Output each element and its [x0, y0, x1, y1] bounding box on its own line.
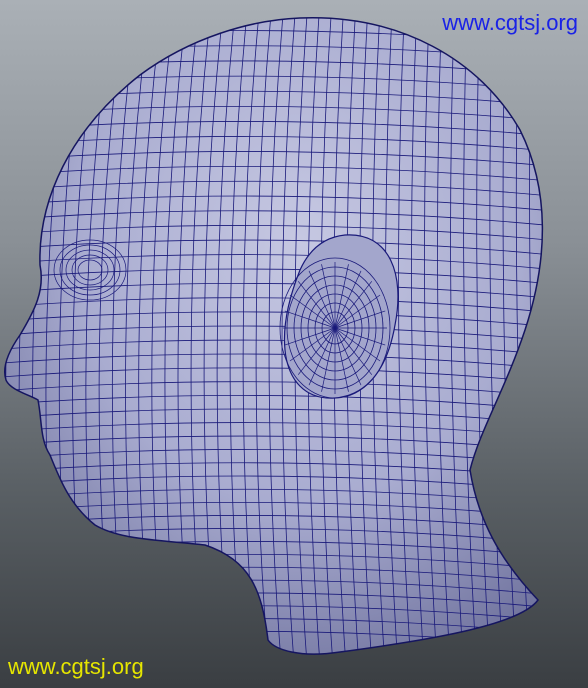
wire-line-vertical — [543, 0, 558, 688]
wire-line-vertical — [529, 17, 543, 655]
3d-viewport[interactable]: www.cgtsj.org www.cgtsj.org — [0, 0, 588, 688]
wire-line-vertical — [556, 0, 571, 688]
watermark-bottom: www.cgtsj.org — [8, 654, 144, 679]
head-mesh-render[interactable] — [0, 0, 588, 688]
watermark-top: www.cgtsj.org — [442, 10, 578, 35]
head-surface — [4, 17, 543, 655]
